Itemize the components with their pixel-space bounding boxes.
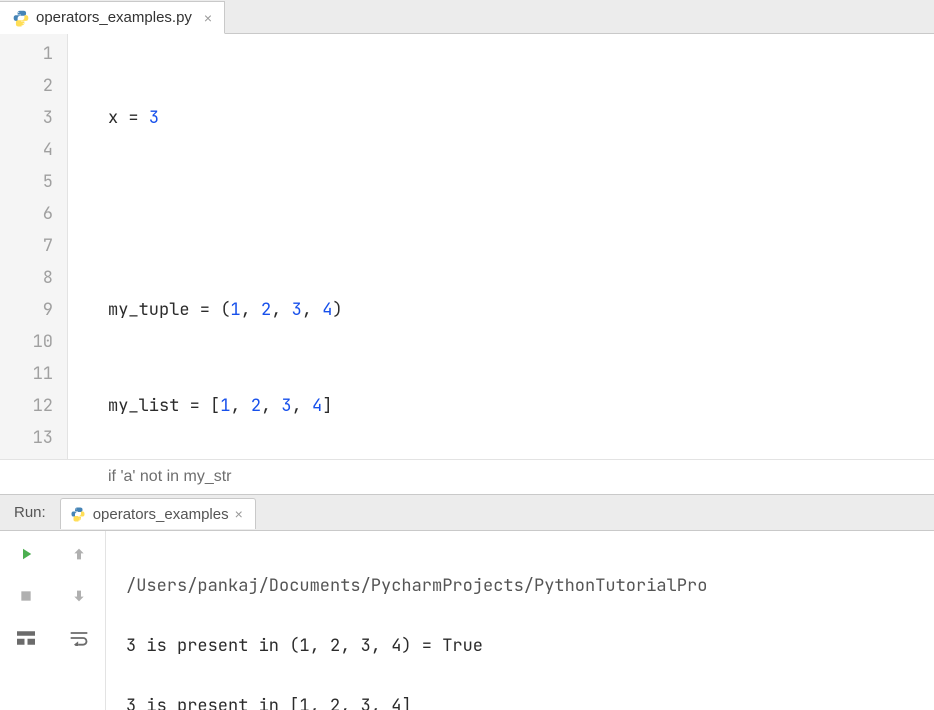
code-line: my_list = [1, 2, 3, 4] bbox=[108, 390, 934, 422]
breadcrumb-text: if 'a' not in my_str bbox=[108, 468, 231, 486]
close-icon[interactable]: × bbox=[204, 10, 212, 26]
line-number: 5 bbox=[0, 166, 53, 198]
line-number: 13 bbox=[0, 422, 53, 454]
line-number: 9 bbox=[0, 294, 53, 326]
run-toolbar bbox=[0, 531, 106, 710]
code-editor[interactable]: 1 2 3 4 5 6 7 8 9 10 11 12 13 x = 3 my_t… bbox=[0, 34, 934, 459]
line-number: 1 bbox=[0, 38, 53, 70]
code-line: x = 3 bbox=[108, 102, 934, 134]
line-number: 6 bbox=[0, 198, 53, 230]
run-label: Run: bbox=[14, 504, 46, 521]
run-output[interactable]: /Users/pankaj/Documents/PycharmProjects/… bbox=[106, 531, 934, 710]
run-tab[interactable]: operators_examples × bbox=[60, 498, 256, 529]
line-number: 4 bbox=[0, 134, 53, 166]
run-tab-label: operators_examples bbox=[93, 506, 229, 523]
line-number: 7 bbox=[0, 230, 53, 262]
output-line: 3 is present in [1, 2, 3, 4] bbox=[126, 691, 934, 710]
stop-button[interactable] bbox=[13, 583, 39, 609]
layout-button[interactable] bbox=[13, 625, 39, 651]
line-number: 2 bbox=[0, 70, 53, 102]
code-line bbox=[108, 198, 934, 230]
editor-tab-bar: operators_examples.py × bbox=[0, 0, 934, 34]
line-number: 10 bbox=[0, 326, 53, 358]
line-number: 8 bbox=[0, 262, 53, 294]
output-line: 3 is present in (1, 2, 3, 4) = True bbox=[126, 631, 934, 661]
soft-wrap-icon[interactable] bbox=[66, 625, 92, 651]
line-number-gutter: 1 2 3 4 5 6 7 8 9 10 11 12 13 bbox=[0, 34, 68, 459]
run-tool-window: /Users/pankaj/Documents/PycharmProjects/… bbox=[0, 531, 934, 710]
code-content[interactable]: x = 3 my_tuple = (1, 2, 3, 4) my_list = … bbox=[68, 34, 934, 459]
rerun-button[interactable] bbox=[13, 541, 39, 567]
down-arrow-icon[interactable] bbox=[66, 583, 92, 609]
output-line: /Users/pankaj/Documents/PycharmProjects/… bbox=[126, 571, 934, 601]
line-number: 3 bbox=[0, 102, 53, 134]
run-tool-header: Run: operators_examples × bbox=[0, 495, 934, 531]
close-icon[interactable]: × bbox=[235, 506, 243, 522]
up-arrow-icon[interactable] bbox=[66, 541, 92, 567]
python-file-icon bbox=[12, 9, 30, 27]
python-run-icon bbox=[69, 505, 87, 523]
line-number: 12 bbox=[0, 390, 53, 422]
editor-tab-label: operators_examples.py bbox=[36, 9, 192, 26]
breadcrumb[interactable]: if 'a' not in my_str bbox=[0, 459, 934, 495]
editor-tab[interactable]: operators_examples.py × bbox=[0, 1, 225, 34]
line-number: 11 bbox=[0, 358, 53, 390]
code-line: my_tuple = (1, 2, 3, 4) bbox=[108, 294, 934, 326]
